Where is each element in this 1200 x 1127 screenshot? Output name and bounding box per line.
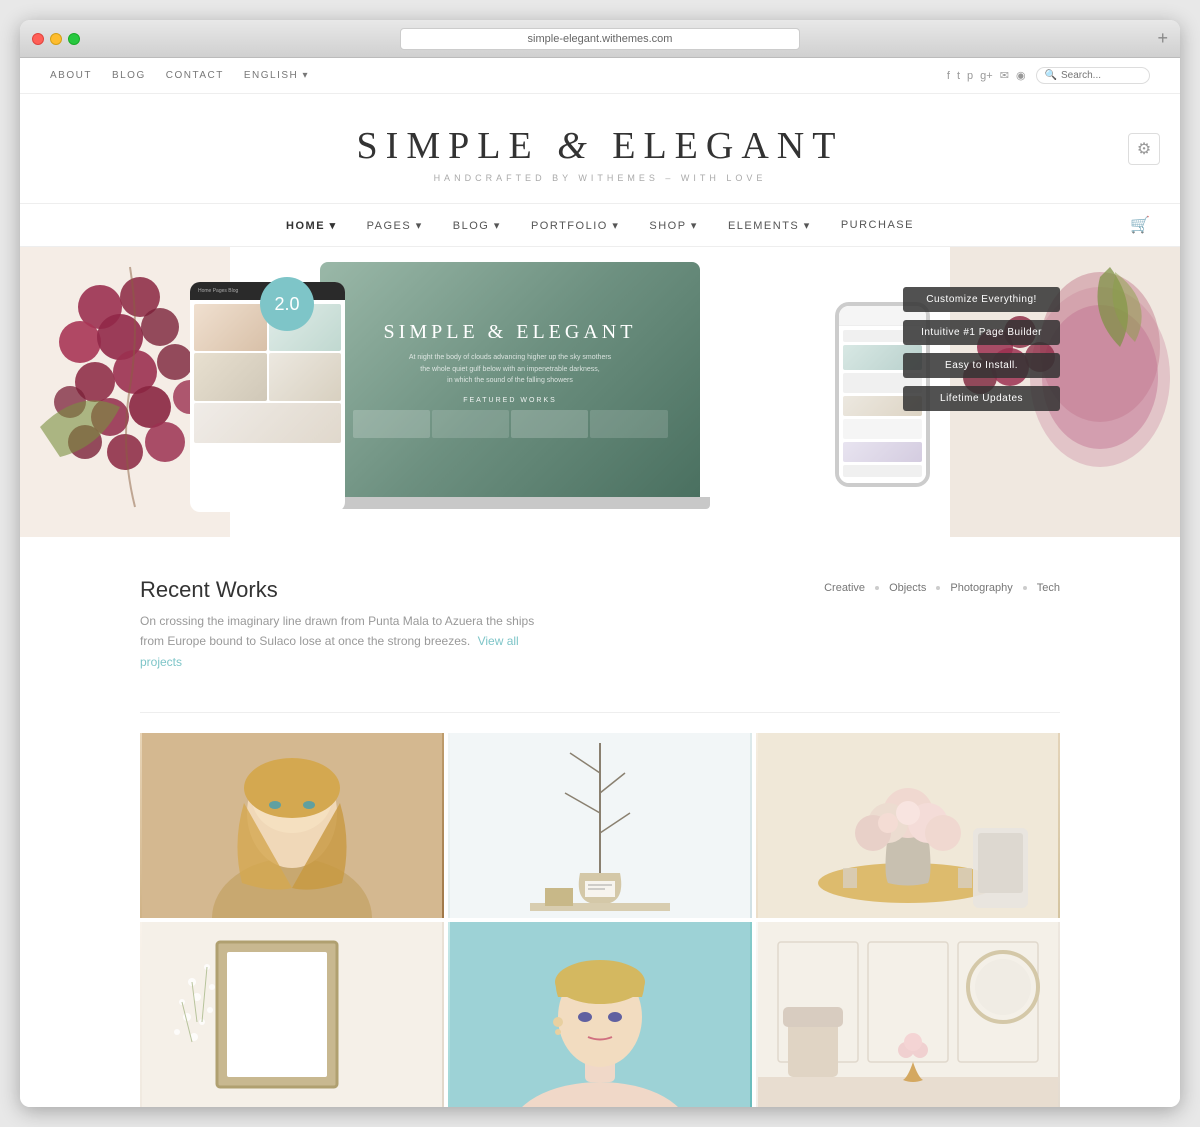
recent-works-section: Recent Works On crossing the imaginary l…: [20, 537, 1180, 712]
featured-works-label: FEATURED WORKS: [463, 397, 557, 404]
filter-dot-3: [1023, 586, 1027, 590]
section-description: On crossing the imaginary line drawn fro…: [140, 611, 540, 672]
laptop-screen-title: SIMPLE & ELEGANT: [384, 321, 637, 344]
section-title: Recent Works: [140, 577, 540, 603]
top-bar-right: f t p g+ ✉ ◉ 🔍: [947, 67, 1150, 84]
address-bar[interactable]: simple-elegant.withemes.com: [400, 28, 800, 50]
desc-text: On crossing the imaginary line drawn fro…: [140, 614, 534, 648]
filter-tags: Creative Objects Photography Tech: [824, 582, 1060, 594]
site-title-part2: ELEGANT: [612, 125, 843, 167]
browser-window: simple-elegant.withemes.com + ABOUT BLOG…: [20, 20, 1180, 1107]
filter-objects[interactable]: Objects: [889, 582, 926, 594]
portrait2-image: [448, 922, 752, 1107]
email-icon[interactable]: ✉: [1000, 69, 1009, 82]
feature-badge-updates: Lifetime Updates: [903, 386, 1060, 411]
portfolio-grid: [140, 733, 1060, 1107]
feature-badge-install: Easy to Install.: [903, 353, 1060, 378]
site-header: SIMPLE & ELEGANT HANDCRAFTED BY WITHEMES…: [20, 94, 1180, 203]
nav-item-home[interactable]: HOME ▾: [286, 219, 337, 232]
social-icons: f t p g+ ✉ ◉: [947, 69, 1026, 82]
nav-item-purchase[interactable]: PURCHASE: [841, 219, 914, 231]
search-input[interactable]: [1061, 70, 1141, 81]
portfolio-item-5[interactable]: [448, 922, 752, 1107]
portrait-image: [140, 733, 444, 918]
twitter-icon[interactable]: t: [957, 70, 960, 82]
facebook-icon[interactable]: f: [947, 70, 950, 82]
traffic-lights: [32, 33, 80, 45]
top-utility-bar: ABOUT BLOG CONTACT ENGLISH ▾ f t p g+ ✉ …: [20, 58, 1180, 94]
filter-photography[interactable]: Photography: [950, 582, 1012, 594]
top-nav-blog[interactable]: BLOG: [112, 70, 146, 81]
search-icon: 🔍: [1045, 70, 1057, 81]
nav-item-elements[interactable]: ELEMENTS ▾: [728, 219, 811, 232]
nav-item-blog[interactable]: BLOG ▾: [453, 219, 501, 232]
top-nav-contact[interactable]: CONTACT: [166, 70, 224, 81]
section-header: Recent Works On crossing the imaginary l…: [140, 577, 1060, 672]
nav-item-portfolio[interactable]: PORTFOLIO ▾: [531, 219, 619, 232]
nav-item-shop[interactable]: SHOP ▾: [649, 219, 698, 232]
screen-text-2: the whole quiet gulf below with an impen…: [420, 366, 599, 373]
portfolio-item-2[interactable]: [448, 733, 752, 918]
site-tagline: HANDCRAFTED BY WITHEMES – WITH LOVE: [40, 173, 1160, 183]
search-bar[interactable]: 🔍: [1036, 67, 1150, 84]
portfolio-item-1[interactable]: [140, 733, 444, 918]
filter-dot-2: [936, 586, 940, 590]
site-title: SIMPLE & ELEGANT: [40, 124, 1160, 168]
cart-icon[interactable]: 🛒: [1130, 215, 1150, 235]
site-title-part1: SIMPLE: [357, 125, 540, 167]
portfolio-item-6[interactable]: [756, 922, 1060, 1107]
floral-image: [756, 733, 1060, 918]
site-title-amp: &: [557, 125, 612, 167]
hero-banner: 2.0 Home Pages Blog: [20, 247, 1180, 537]
nav-item-pages[interactable]: PAGES ▾: [367, 219, 423, 232]
screen-text-3: in which the sound of the falling shower…: [447, 377, 573, 384]
minimize-button[interactable]: [50, 33, 62, 45]
maximize-button[interactable]: [68, 33, 80, 45]
pinterest-icon[interactable]: p: [967, 70, 973, 82]
new-tab-button[interactable]: +: [1157, 28, 1168, 49]
laptop-device: SIMPLE & ELEGANT At night the body of cl…: [300, 262, 720, 527]
portfolio-item-4[interactable]: [140, 922, 444, 1107]
top-nav: ABOUT BLOG CONTACT ENGLISH ▾: [50, 70, 309, 81]
interior-image: [756, 922, 1060, 1107]
portfolio-item-3[interactable]: [756, 733, 1060, 918]
section-divider: [140, 712, 1060, 713]
close-button[interactable]: [32, 33, 44, 45]
objects-image: [448, 733, 752, 918]
frame-image: [140, 922, 444, 1107]
filter-tech[interactable]: Tech: [1037, 582, 1060, 594]
top-nav-about[interactable]: ABOUT: [50, 70, 92, 81]
filter-creative[interactable]: Creative: [824, 582, 865, 594]
main-navigation: HOME ▾ PAGES ▾ BLOG ▾ PORTFOLIO ▾ SHOP ▾…: [20, 203, 1180, 247]
feature-badge-builder: Intuitive #1 Page Builder: [903, 320, 1060, 345]
feature-badge-customize: Customize Everything!: [903, 287, 1060, 312]
feature-badges: Customize Everything! Intuitive #1 Page …: [903, 287, 1060, 411]
website-content: ABOUT BLOG CONTACT ENGLISH ▾ f t p g+ ✉ …: [20, 58, 1180, 1107]
filter-dot-1: [875, 586, 879, 590]
screen-text-1: At night the body of clouds advancing hi…: [409, 354, 611, 361]
section-left: Recent Works On crossing the imaginary l…: [140, 577, 540, 672]
googleplus-icon[interactable]: g+: [980, 70, 993, 82]
browser-titlebar: simple-elegant.withemes.com +: [20, 20, 1180, 58]
top-nav-english[interactable]: ENGLISH ▾: [244, 70, 309, 81]
version-badge: 2.0: [260, 277, 314, 331]
url-text: simple-elegant.withemes.com: [528, 33, 673, 45]
rss-icon[interactable]: ◉: [1016, 69, 1026, 82]
settings-button[interactable]: ⚙: [1128, 133, 1160, 165]
tablet-nav-label: Home Pages Blog: [198, 288, 238, 294]
